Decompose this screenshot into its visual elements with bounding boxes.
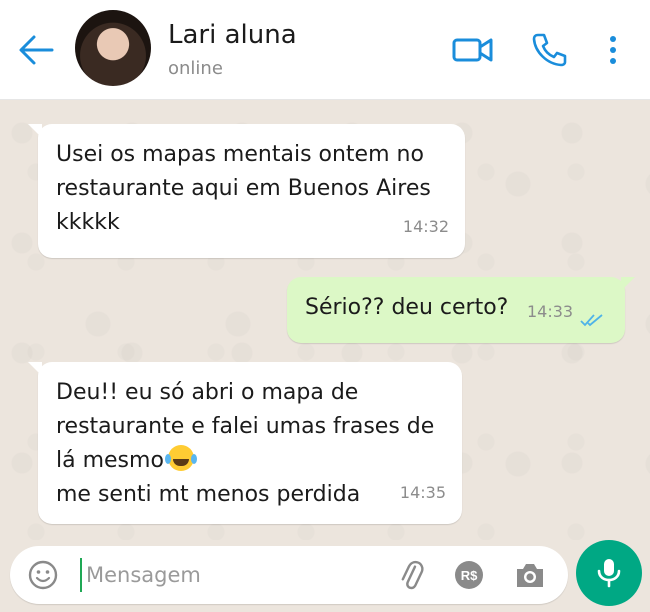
- contact-name[interactable]: Lari aluna: [168, 20, 297, 50]
- message-time: 14:32: [402, 217, 449, 236]
- message-text-line: restaurante aqui em Buenos Aires: [56, 176, 431, 201]
- bubble-tail: [621, 277, 635, 291]
- chat-header: Lari aluna online: [0, 0, 650, 100]
- paperclip-icon[interactable]: [396, 558, 426, 592]
- message-text-line: restaurante e falei umas frases de: [56, 414, 435, 439]
- avatar[interactable]: [75, 10, 151, 86]
- message-text-line: Usei os mapas mentais ontem no: [56, 142, 424, 167]
- microphone-icon: [597, 559, 621, 588]
- message-composer: R$: [10, 546, 568, 604]
- payment-label: R$: [461, 568, 478, 583]
- voice-record-button[interactable]: [576, 540, 642, 606]
- message-incoming[interactable]: Deu!! eu só abri o mapa de restaurante e…: [28, 362, 462, 524]
- back-arrow-icon[interactable]: [16, 32, 56, 68]
- contact-status: online: [168, 58, 223, 79]
- message-time: 14:35: [399, 483, 446, 502]
- more-options-icon[interactable]: [602, 32, 624, 68]
- message-text-line: Deu!! eu só abri o mapa de: [56, 380, 359, 405]
- message-text-line: kkkkk: [56, 210, 120, 235]
- bubble-tail: [28, 124, 42, 138]
- message-list[interactable]: Usei os mapas mentais ontem no restauran…: [0, 100, 650, 540]
- message-incoming[interactable]: Usei os mapas mentais ontem no restauran…: [28, 124, 465, 258]
- message-text-line: me senti mt menos perdida: [56, 482, 361, 507]
- message-time: 14:33: [527, 302, 574, 321]
- message-text-line: lá mesmo: [56, 448, 164, 473]
- emoji-icon[interactable]: [28, 560, 58, 590]
- camera-icon[interactable]: [514, 560, 546, 590]
- bubble-tail: [28, 362, 42, 376]
- message-outgoing[interactable]: Sério?? deu certo? 14:33: [287, 277, 635, 343]
- message-text-row: lá mesmo: [56, 444, 444, 478]
- text-cursor: [80, 558, 82, 592]
- double-check-read-icon: [580, 314, 603, 327]
- phone-call-icon[interactable]: [530, 32, 568, 68]
- payment-icon[interactable]: R$: [454, 560, 484, 590]
- message-input[interactable]: [86, 560, 386, 590]
- video-call-icon[interactable]: [452, 34, 494, 66]
- face-with-tears-of-joy-icon: [164, 445, 194, 471]
